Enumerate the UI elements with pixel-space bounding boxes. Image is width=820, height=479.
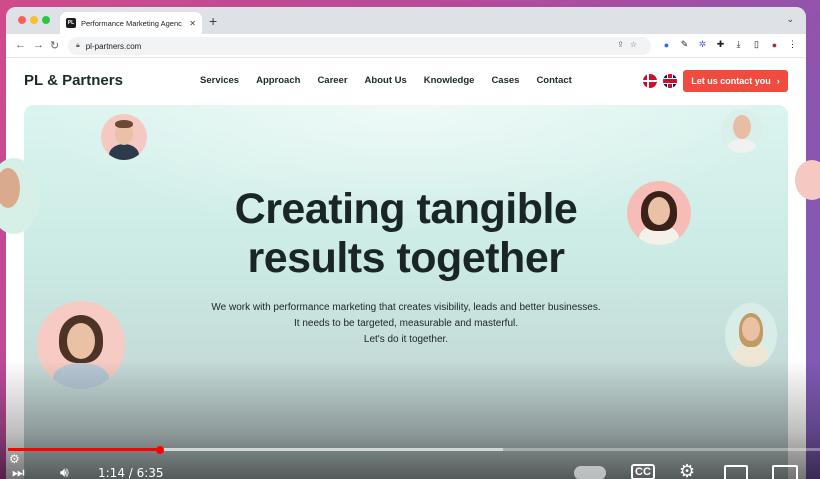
new-tab-icon[interactable]: + [209, 13, 217, 29]
tab-title: Performance Marketing Agenc [81, 18, 182, 28]
extension-pen-icon[interactable]: ✎ [679, 39, 690, 50]
nav-approach[interactable]: Approach [256, 75, 300, 86]
browser-menu-icon[interactable]: ⋮ [787, 39, 798, 50]
hero-subtitle: We work with performance marketing that … [24, 300, 788, 348]
minimize-window-button[interactable] [30, 16, 38, 24]
profile-avatar-icon[interactable]: ● [769, 39, 780, 50]
scrubber-handle[interactable] [155, 446, 164, 454]
theater-mode-icon[interactable] [772, 465, 798, 479]
main-navigation: Services Approach Career About Us Knowle… [200, 75, 589, 86]
nav-cases[interactable]: Cases [491, 75, 519, 86]
danish-flag-icon[interactable] [643, 74, 657, 88]
browser-tab[interactable]: PL Performance Marketing Agenc ✕ [60, 12, 202, 34]
team-member-photo-2 [721, 109, 763, 153]
miniplayer-icon[interactable] [724, 465, 748, 479]
team-member-photo-1 [101, 114, 147, 160]
back-arrow-icon[interactable]: ← [15, 39, 26, 51]
english-flag-icon[interactable] [663, 74, 677, 88]
url-text: pl-partners.com [85, 41, 142, 51]
hero-subtitle-line-2: It needs to be targeted, measurable and … [293, 318, 519, 329]
next-video-icon[interactable]: ⏭ [12, 464, 25, 479]
side-panel-icon[interactable]: ▯ [751, 39, 762, 50]
captions-icon[interactable]: CC [631, 464, 655, 479]
download-icon[interactable]: ⤓ [733, 39, 744, 50]
address-bar[interactable]: 🔒︎ pl-partners.com ⇪☆ [68, 37, 651, 55]
nav-about-us[interactable]: About Us [365, 75, 407, 86]
browser-toolbar: ← → ↻ 🔒︎ pl-partners.com ⇪☆ ● ✎ ✲ ✚ ⤓ ▯ … [6, 34, 806, 58]
close-tab-icon[interactable]: ✕ [189, 19, 196, 28]
contact-cta-button[interactable]: Let us contact you › [683, 70, 788, 92]
forward-arrow-icon[interactable]: → [33, 39, 44, 51]
extension-globe-icon[interactable]: ● [661, 39, 672, 50]
team-member-photo-3 [627, 181, 691, 245]
nav-services[interactable]: Services [200, 75, 239, 86]
played-bar [8, 448, 160, 451]
tab-strip: PL Performance Marketing Agenc ✕ + ⌄ [6, 7, 806, 34]
cta-label: Let us contact you [691, 76, 771, 86]
settings-gear-icon[interactable]: ⚙ [679, 461, 695, 479]
chevron-right-icon: › [776, 76, 780, 86]
share-and-bookmark-icons[interactable]: ⇪☆ [617, 40, 643, 49]
nav-contact[interactable]: Contact [536, 75, 571, 86]
site-info-icon[interactable]: 🔒︎ [76, 42, 80, 50]
hero-subtitle-line-3: Let's do it together. [363, 334, 449, 345]
extension-sparkle-icon[interactable]: ✲ [697, 39, 708, 50]
hero-subtitle-line-1: We work with performance marketing that … [211, 302, 601, 313]
site-logo[interactable]: PL & Partners [24, 72, 123, 89]
tab-search-chevron-icon[interactable]: ⌄ [786, 14, 794, 25]
nav-knowledge[interactable]: Knowledge [424, 75, 475, 86]
video-time-display: 1:14 / 6:35 [98, 466, 164, 479]
maximize-window-button[interactable] [42, 16, 50, 24]
extensions-puzzle-icon[interactable]: ✚ [715, 39, 726, 50]
video-progress-bar[interactable] [8, 448, 820, 451]
volume-icon[interactable]: 🔊︎ [60, 464, 69, 479]
autoplay-toggle[interactable] [574, 466, 606, 479]
nav-career[interactable]: Career [317, 75, 347, 86]
team-member-photo-4 [725, 303, 777, 367]
reload-icon[interactable]: ↻ [50, 39, 59, 52]
close-window-button[interactable] [18, 16, 26, 24]
video-controls-shade [0, 360, 820, 479]
site-favicon-icon: PL [66, 18, 76, 28]
